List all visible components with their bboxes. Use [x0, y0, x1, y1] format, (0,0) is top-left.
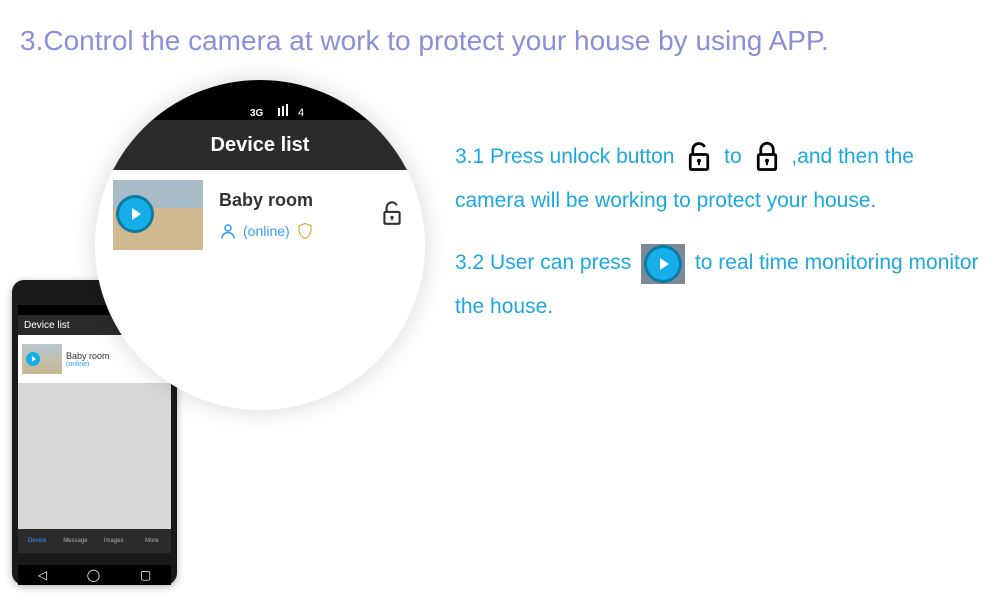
tab-images[interactable]: Images [95, 538, 133, 544]
phone-device-name: Baby room [66, 351, 110, 361]
recent-icon[interactable]: ▢ [140, 568, 151, 582]
lock-icon [752, 140, 782, 174]
play-icon[interactable] [26, 352, 40, 366]
person-icon [219, 222, 237, 240]
home-icon[interactable]: ◯ [87, 568, 100, 582]
phone-android-nav: ◁ ◯ ▢ [18, 565, 171, 585]
zoomed-detail-circle: 3G 4 Device list Baby room (online) [95, 80, 425, 410]
zoom-status-bar: 3G 4 [95, 80, 425, 124]
shield-icon [296, 221, 314, 241]
tab-more[interactable]: More [133, 538, 171, 544]
zoom-device-name: Baby room [219, 190, 314, 211]
zoom-device-status: (online) [243, 223, 290, 239]
svg-text:4: 4 [298, 107, 304, 119]
instruction-text: 3.1 Press unlock button to ,and then the… [455, 135, 980, 329]
back-icon[interactable]: ◁ [38, 568, 47, 582]
step-3-2: 3.2 User can press to real time monitori… [455, 241, 980, 329]
tab-device[interactable]: Device [18, 538, 56, 544]
step-3-1: 3.1 Press unlock button to ,and then the… [455, 135, 980, 223]
play-icon[interactable] [119, 198, 151, 230]
unlock-icon[interactable] [379, 199, 405, 232]
play-icon [647, 248, 679, 280]
svg-text:3G: 3G [250, 108, 264, 119]
zoom-app-header: Device list [95, 120, 425, 170]
phone-tab-bar: Device Message Images More [18, 529, 171, 553]
phone-camera-thumbnail [22, 344, 62, 374]
zoom-camera-thumbnail [113, 180, 203, 250]
section-heading: 3.Control the camera at work to protect … [0, 0, 1000, 62]
unlock-icon [684, 140, 714, 174]
zoom-device-row[interactable]: Baby room (online) [95, 170, 425, 260]
phone-device-status: (online) [66, 361, 110, 368]
tab-message[interactable]: Message [56, 538, 94, 544]
play-button-image [641, 244, 685, 284]
